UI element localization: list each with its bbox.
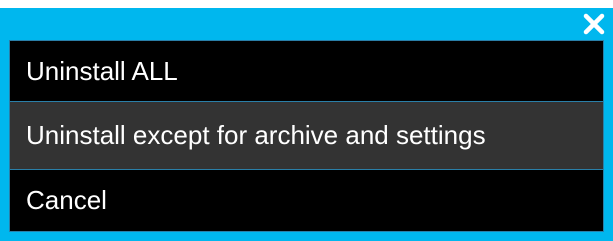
- close-icon: [583, 13, 605, 35]
- background-strip: [0, 0, 613, 8]
- uninstall-keep-archive-settings-button[interactable]: Uninstall except for archive and setting…: [9, 102, 604, 170]
- close-button[interactable]: [579, 9, 609, 39]
- cancel-button[interactable]: Cancel: [9, 170, 604, 232]
- uninstall-all-button[interactable]: Uninstall ALL: [9, 40, 604, 102]
- uninstall-options-menu: Uninstall ALL Uninstall except for archi…: [9, 40, 604, 232]
- uninstall-dialog: Uninstall ALL Uninstall except for archi…: [0, 8, 613, 241]
